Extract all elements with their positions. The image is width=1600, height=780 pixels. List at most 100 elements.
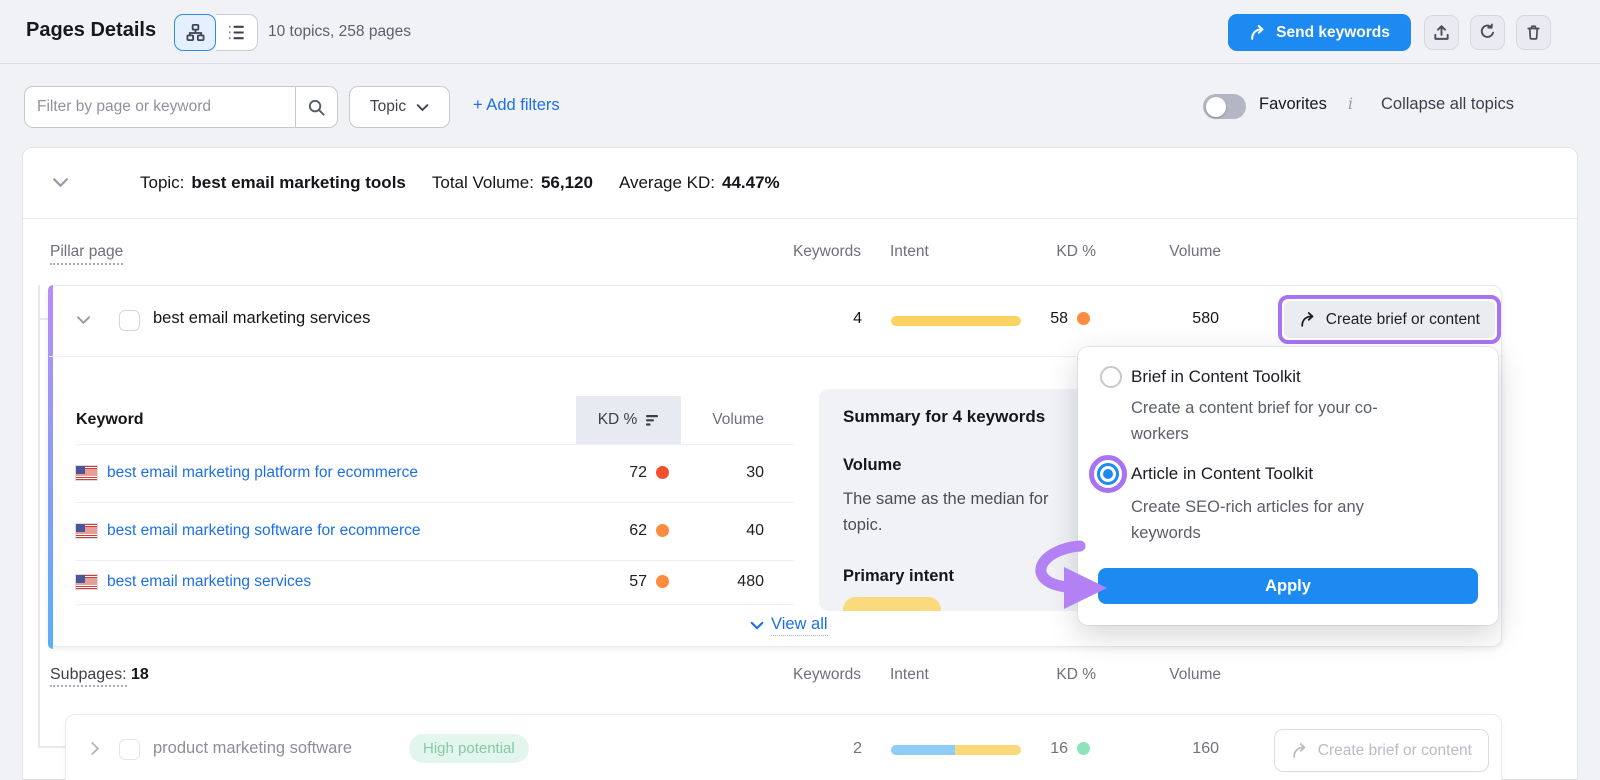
subpage-row-chevron[interactable]: [90, 741, 100, 759]
keyword-row: best email marketing platform for ecomme…: [76, 444, 794, 502]
summary-intent-heading: Primary intent: [843, 567, 954, 586]
delete-button[interactable]: [1516, 15, 1551, 50]
pillar-kd-value: 58: [994, 310, 1090, 328]
chevron-down-icon: [52, 177, 69, 188]
apply-button[interactable]: Apply: [1098, 568, 1478, 604]
intent-column-header: Intent: [890, 666, 929, 684]
chevron-down-icon: [76, 315, 91, 325]
article-option-label[interactable]: Article in Content Toolkit: [1131, 464, 1313, 484]
pillar-volume: 580: [1133, 310, 1219, 328]
info-icon[interactable]: i: [1348, 95, 1353, 113]
create-brief-or-content-button[interactable]: Create brief or content: [1284, 301, 1495, 338]
kd-dot: [1077, 312, 1090, 325]
tree-view-button[interactable]: [174, 14, 216, 51]
subpage-keywords-count: 2: [776, 740, 862, 758]
topic-collapse-chevron[interactable]: [52, 176, 69, 191]
keyword-link[interactable]: best email marketing platform for ecomme…: [107, 464, 418, 482]
forward-arrow-icon: [1299, 311, 1317, 329]
article-radio-button[interactable]: [1097, 463, 1119, 485]
create-brief-label: Create brief or content: [1326, 311, 1480, 329]
brief-option-label[interactable]: Brief in Content Toolkit: [1131, 367, 1301, 387]
keywords-column-header: Keywords: [775, 666, 861, 684]
subpage-row-checkbox[interactable]: [119, 739, 140, 760]
keyword-link[interactable]: best email marketing services: [107, 573, 311, 591]
list-view-button[interactable]: [216, 14, 258, 51]
topics-count: 10 topics, 258 pages: [268, 23, 411, 41]
subpage-title: product marketing software: [153, 739, 352, 758]
page-title: Pages Details: [26, 19, 156, 42]
brief-option-description: Create a content brief for your co- work…: [1131, 395, 1378, 447]
subpage-volume: 160: [1133, 740, 1219, 758]
pages-details-screen: Pages Details 10 topics, 258 pages Send …: [0, 0, 1600, 780]
tree-connector: [38, 746, 65, 748]
total-volume-label: Total Volume:: [432, 173, 534, 192]
hierarchy-icon: [186, 23, 205, 42]
send-keywords-button[interactable]: Send keywords: [1228, 14, 1411, 51]
kd-column-header: KD %: [1010, 243, 1096, 261]
keyword-volume: 480: [684, 573, 764, 591]
keyword-link[interactable]: best email marketing software for ecomme…: [107, 522, 421, 540]
keyword-volume: 30: [684, 464, 764, 482]
kd-dot: [656, 524, 669, 537]
chevron-down-icon: [750, 621, 764, 630]
search-button[interactable]: [295, 87, 337, 127]
kd-sort-header[interactable]: KD %: [576, 396, 681, 444]
filter-search-group: [24, 86, 338, 128]
topic-filter-label: Topic: [370, 98, 406, 116]
summary-volume-text: The same as the median for: [843, 490, 1048, 509]
view-toggle: [174, 14, 258, 51]
search-icon: [307, 98, 326, 117]
view-all-link[interactable]: View all: [750, 615, 828, 636]
card-accent-bar: [48, 285, 53, 649]
intent-segment-informational: [891, 745, 955, 755]
topic-name: best email marketing tools: [191, 173, 405, 192]
kd-dot: [656, 466, 669, 479]
forward-arrow-icon: [1291, 742, 1309, 760]
kd-dot: [1077, 742, 1090, 755]
collapse-all-topics-button[interactable]: Collapse all topics: [1381, 95, 1514, 114]
intent-pill: [843, 597, 941, 611]
kd-column-header: KD %: [1010, 666, 1096, 684]
subpages-count: 18: [131, 666, 149, 683]
favorites-label: Favorites: [1259, 95, 1327, 114]
pillar-page-column-header: Pillar page: [50, 243, 123, 265]
summary-title: Summary for 4 keywords: [843, 407, 1045, 427]
favorites-toggle[interactable]: [1203, 94, 1246, 119]
list-icon: [227, 23, 246, 42]
search-input[interactable]: [25, 87, 295, 127]
keyword-kd: 57: [569, 573, 669, 591]
topic-summary-line: Topic: best email marketing tools Total Vo…: [140, 173, 780, 193]
subpage-card: product marketing software High potentia…: [65, 714, 1502, 780]
topic-filter-dropdown[interactable]: Topic: [349, 86, 450, 128]
subpages-label: Subpages:: [50, 666, 127, 687]
toggle-knob: [1206, 97, 1226, 117]
average-kd-label: Average KD:: [619, 173, 715, 192]
annotation-highlight-box: Create brief or content: [1278, 295, 1501, 344]
brief-radio-button[interactable]: [1100, 366, 1122, 388]
subpages-header: Subpages: 18: [50, 666, 149, 684]
volume-column-header: Volume: [1135, 666, 1221, 684]
keyword-kd: 72: [569, 464, 669, 482]
chevron-right-icon: [90, 741, 100, 756]
keywords-column-header: Keywords: [775, 243, 861, 261]
create-content-popup: Brief in Content Toolkit Create a conten…: [1078, 347, 1498, 625]
radio-dot: [1103, 469, 1113, 479]
keyword-volume: 40: [684, 522, 764, 540]
us-flag-icon: [76, 466, 97, 480]
pillar-row-chevron[interactable]: [76, 313, 91, 328]
export-button[interactable]: [1424, 15, 1459, 50]
divider: [76, 604, 794, 605]
us-flag-icon: [76, 575, 97, 589]
topic-label: Topic:: [140, 173, 184, 192]
volume-column-header: Volume: [684, 411, 764, 429]
keyword-kd: 62: [569, 522, 669, 540]
create-brief-label: Create brief or content: [1318, 742, 1472, 760]
summary-volume-heading: Volume: [843, 456, 901, 475]
refresh-button[interactable]: [1470, 15, 1505, 50]
add-filters-button[interactable]: + Add filters: [473, 96, 560, 115]
chevron-down-icon: [416, 103, 429, 112]
pillar-row-checkbox[interactable]: [119, 310, 140, 331]
divider: [23, 218, 1577, 219]
create-brief-or-content-button[interactable]: Create brief or content: [1274, 729, 1489, 772]
forward-arrow-icon: [1249, 24, 1267, 42]
